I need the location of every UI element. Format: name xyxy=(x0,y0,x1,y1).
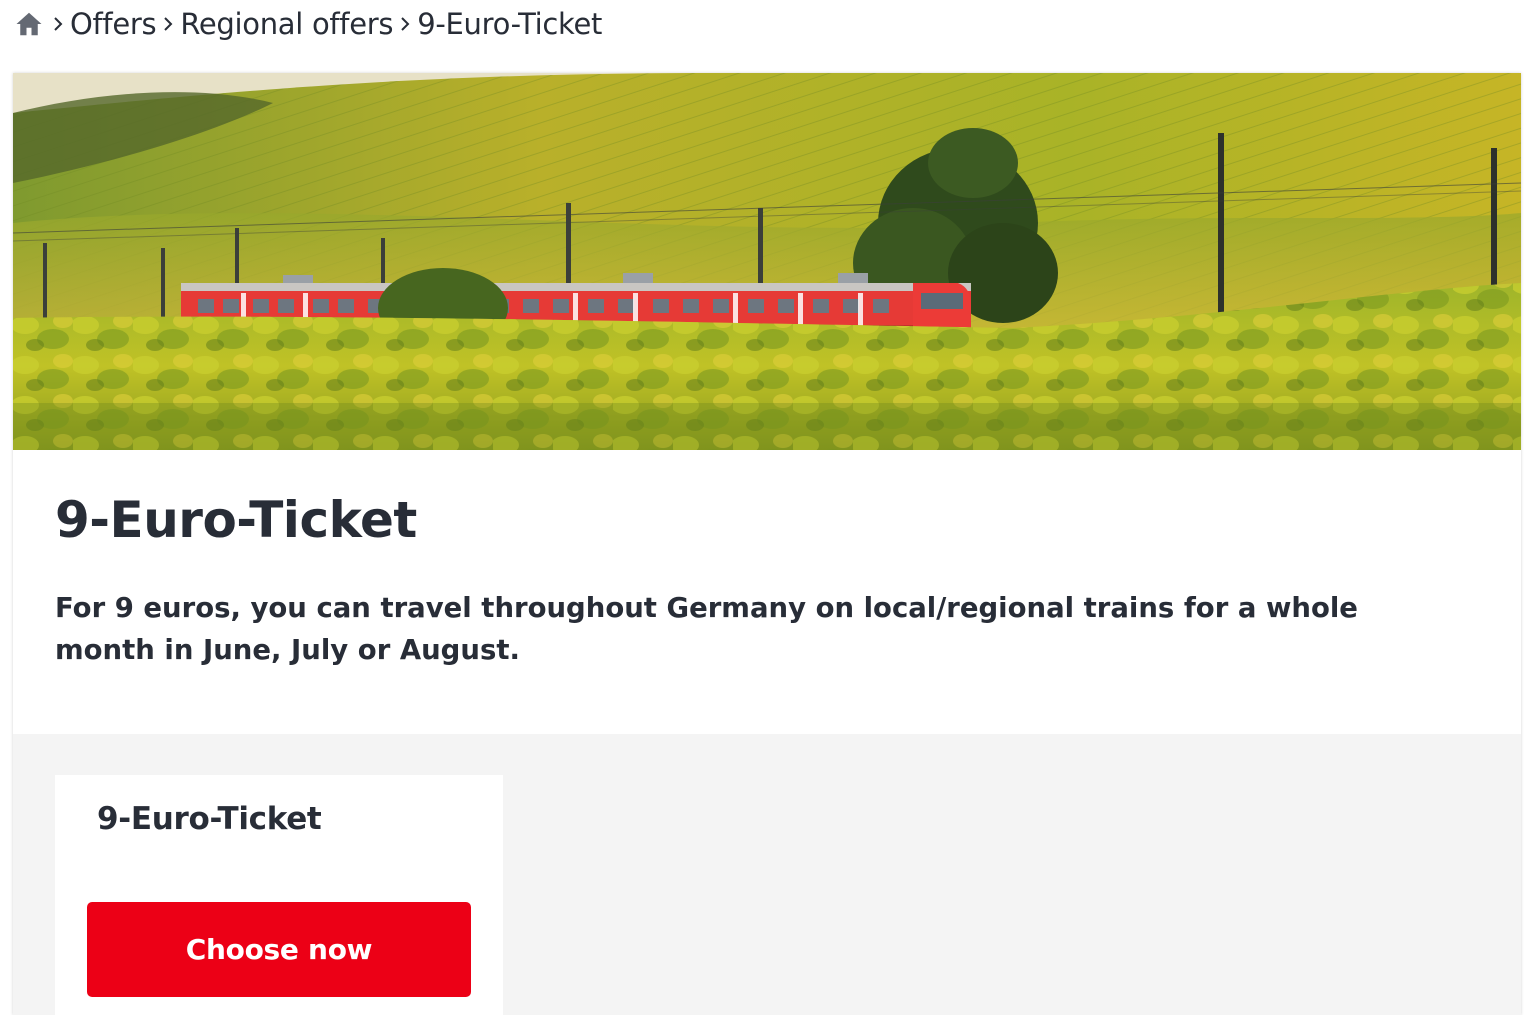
breadcrumb-item-current: 9-Euro-Ticket xyxy=(417,7,603,41)
chevron-right-icon xyxy=(393,0,417,48)
chevron-right-icon xyxy=(46,0,70,48)
offer-list: 9-Euro-Ticket Choose now xyxy=(13,734,1521,1015)
chevron-right-icon xyxy=(156,0,180,48)
breadcrumb-home-link[interactable] xyxy=(12,0,46,48)
offer-card: 9-Euro-Ticket For 9 euros, you can trave… xyxy=(13,73,1521,1015)
page-lead-text: For 9 euros, you can travel throughout G… xyxy=(55,592,1358,666)
hero-image xyxy=(13,73,1521,450)
train-vineyard-illustration xyxy=(13,73,1521,450)
offer-tile-title: 9-Euro-Ticket xyxy=(97,801,322,837)
offer-tile: 9-Euro-Ticket Choose now xyxy=(55,775,503,1015)
page-title: 9-Euro-Ticket xyxy=(55,491,417,549)
breadcrumb-item-regional-offers[interactable]: Regional offers xyxy=(180,7,393,41)
breadcrumb-item-offers[interactable]: Offers xyxy=(70,7,157,41)
breadcrumb: Offers Regional offers 9-Euro-Ticket xyxy=(12,0,602,48)
choose-now-button[interactable]: Choose now xyxy=(87,902,471,997)
home-icon xyxy=(16,12,42,36)
